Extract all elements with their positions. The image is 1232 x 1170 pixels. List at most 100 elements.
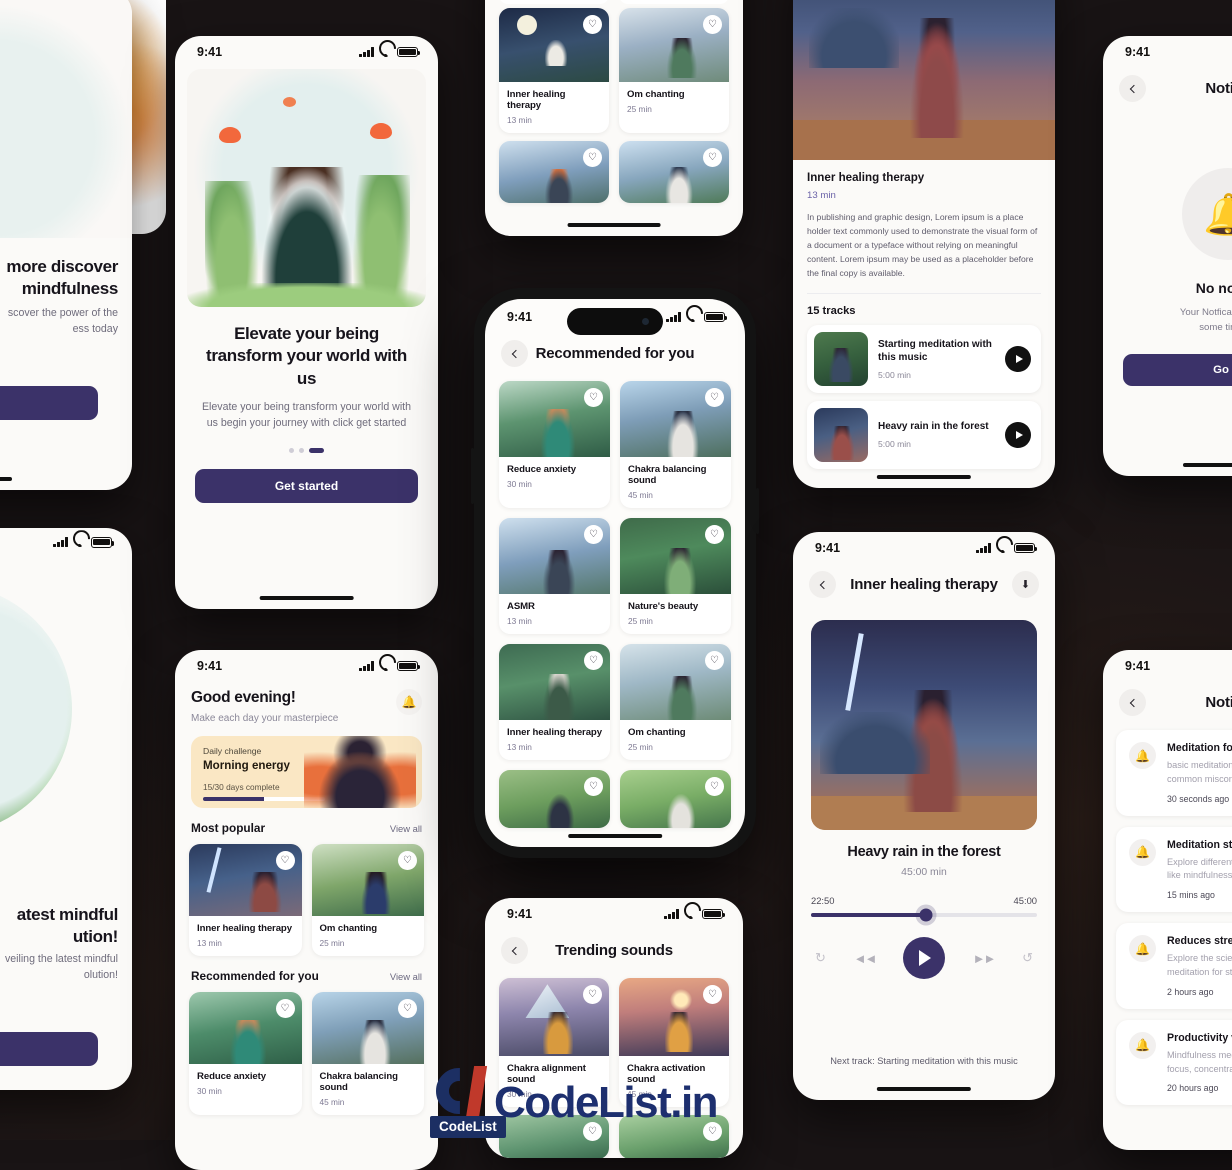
media-card[interactable]: ♡ — [620, 770, 731, 828]
card-title: Inner healing therapy — [507, 727, 602, 738]
bell-icon[interactable]: 🔔 — [396, 689, 422, 715]
play-icon[interactable] — [1005, 345, 1031, 372]
back-button[interactable] — [501, 937, 528, 964]
skip-button[interactable]: ip — [0, 420, 132, 432]
favorite-icon[interactable]: ♡ — [584, 777, 603, 796]
play-icon[interactable] — [902, 937, 945, 979]
go-to-home-button[interactable]: Go to — [1123, 353, 1232, 386]
media-card[interactable]: ♡ Inner healing therapy 13 min — [499, 8, 609, 133]
favorite-icon[interactable]: ♡ — [584, 651, 603, 670]
card-thumbnail: ♡ — [620, 381, 731, 457]
media-card[interactable]: ♡ Reduce anxiety 30 min — [499, 381, 610, 508]
forward-15-icon[interactable]: ↺ — [1022, 950, 1033, 966]
next-button[interactable]: xt — [0, 386, 98, 420]
media-card[interactable]: ♡ Om chanting 25 min — [619, 8, 729, 133]
card-thumbnail: ♡ — [620, 518, 731, 594]
favorite-icon[interactable]: ♡ — [703, 15, 722, 34]
media-card[interactable]: 25 min — [619, 0, 729, 4]
media-card[interactable]: ♡ Nature's beauty 25 min — [620, 518, 731, 634]
favorite-icon[interactable]: ♡ — [705, 777, 724, 796]
media-card[interactable]: ♡ ASMR 13 min — [499, 518, 610, 634]
notification-item[interactable]: 🔔 Productivity v Mindfulness med focus, … — [1116, 1019, 1232, 1106]
onboarding-illustration — [187, 69, 426, 307]
favorite-icon[interactable]: ♡ — [703, 985, 722, 1004]
next-icon[interactable]: ►► — [973, 951, 997, 966]
favorite-icon[interactable]: ♡ — [584, 388, 603, 407]
dot-active[interactable] — [309, 448, 324, 454]
favorite-icon[interactable]: ♡ — [705, 651, 724, 670]
seek-bar[interactable] — [811, 908, 1037, 922]
media-card[interactable]: ♡ Reduce anxiety 30 min — [189, 992, 302, 1115]
seek-handle[interactable] — [919, 908, 933, 922]
media-card[interactable]: ♡ — [499, 141, 609, 203]
bell-icon: 🔔 — [1182, 168, 1232, 260]
track-row[interactable]: Heavy rain in the forest 5:00 min — [807, 400, 1041, 469]
volume-buttons[interactable] — [471, 448, 474, 504]
status-time: 9:41 — [1125, 45, 1151, 59]
battery-icon — [704, 311, 728, 323]
media-card[interactable]: ♡ Inner healing therapy 13 min — [499, 644, 610, 760]
onboarding-screen-left-cut-2: atest mindful ution! veiling the latest … — [0, 528, 132, 1090]
play-icon[interactable] — [1005, 421, 1031, 448]
onboarding-dots — [0, 990, 132, 1011]
media-card[interactable]: ♡ Chakra balancing sound 45 min — [620, 381, 731, 508]
daily-challenge-card[interactable]: Daily challenge Morning energy 15/30 day… — [191, 736, 422, 808]
replay-15-icon[interactable]: ↻ — [815, 950, 826, 966]
favorite-icon[interactable]: ♡ — [275, 999, 295, 1018]
media-card[interactable]: 13 min — [499, 0, 609, 4]
view-all-link[interactable]: View all — [390, 823, 422, 834]
battery-icon — [397, 660, 421, 672]
cards-grid: ♡ Inner healing therapy 13 min ♡ Om chan… — [485, 8, 743, 133]
back-button[interactable] — [1119, 689, 1146, 716]
card-thumbnail: ♡ — [499, 978, 609, 1056]
favorite-icon[interactable]: ♡ — [705, 525, 724, 544]
section-header-most-popular: Most popular View all — [175, 808, 438, 844]
media-card[interactable]: ♡ Om chanting 25 min — [620, 644, 731, 760]
notification-item[interactable]: 🔔 Meditation for basic meditation common… — [1116, 730, 1232, 816]
card-title: Nature's beauty — [628, 601, 699, 612]
media-card[interactable]: ♡ — [619, 141, 729, 203]
media-card[interactable]: ♡ Inner healing therapy 13 min — [189, 844, 302, 956]
notification-item[interactable]: 🔔 Meditation sty Explore different like … — [1116, 826, 1232, 913]
notification-time: 30 seconds ago — [1167, 793, 1230, 804]
back-button[interactable] — [809, 571, 836, 598]
view-all-link[interactable]: View all — [390, 971, 422, 982]
get-started-button[interactable]: Get started — [195, 469, 418, 504]
favorite-icon[interactable]: ♡ — [583, 148, 602, 167]
favorite-icon[interactable]: ♡ — [703, 148, 722, 167]
notification-item[interactable]: 🔔 Reduces stres Explore the scien medita… — [1116, 923, 1232, 1009]
recommended-grid: ♡ Reduce anxiety 30 min ♡ Chakra balanci… — [485, 381, 745, 760]
favorite-icon[interactable]: ♡ — [705, 388, 724, 407]
favorite-icon[interactable]: ♡ — [275, 851, 295, 870]
notification-time: 15 mins ago — [1167, 890, 1215, 901]
download-icon[interactable]: ⬇ — [1012, 571, 1039, 598]
nav-bar: Trending sounds — [485, 923, 743, 972]
card-duration: 25 min — [628, 616, 653, 626]
track-duration: 5:00 min — [878, 438, 911, 449]
favorite-icon[interactable]: ♡ — [398, 999, 417, 1018]
track-duration: 5:00 min — [878, 369, 911, 380]
favorite-icon[interactable]: ♡ — [583, 985, 602, 1004]
media-card[interactable]: ♡ — [499, 770, 610, 828]
media-card[interactable]: ♡ Om chanting 25 min — [311, 844, 424, 956]
status-bar: 9:41 — [485, 898, 743, 923]
card-thumbnail: ♡ — [311, 992, 424, 1064]
media-card[interactable]: ♡ Chakra balancing sound 45 min — [311, 992, 424, 1115]
card-thumbnail: ♡ — [620, 644, 731, 720]
tracks-count: 15 tracks — [807, 304, 856, 317]
favorite-icon[interactable]: ♡ — [584, 525, 603, 544]
next-button[interactable]: xt — [0, 1032, 98, 1066]
onboarding-body: Elevate your being transform your world … — [201, 401, 412, 430]
dot[interactable] — [299, 448, 304, 454]
favorite-icon[interactable]: ♡ — [398, 851, 417, 870]
home-indicator — [259, 596, 354, 600]
skip-button[interactable]: ip — [0, 1064, 132, 1076]
power-button[interactable] — [756, 488, 759, 534]
previous-icon[interactable]: ◄◄ — [854, 951, 878, 966]
dot[interactable] — [289, 448, 294, 454]
track-row[interactable]: Starting meditation with this music 5:00… — [807, 324, 1041, 393]
onboarding-title: Elevate your being transform your world … — [206, 324, 407, 388]
back-button[interactable] — [501, 340, 528, 367]
back-button[interactable] — [1119, 75, 1146, 102]
favorite-icon[interactable]: ♡ — [583, 15, 602, 34]
